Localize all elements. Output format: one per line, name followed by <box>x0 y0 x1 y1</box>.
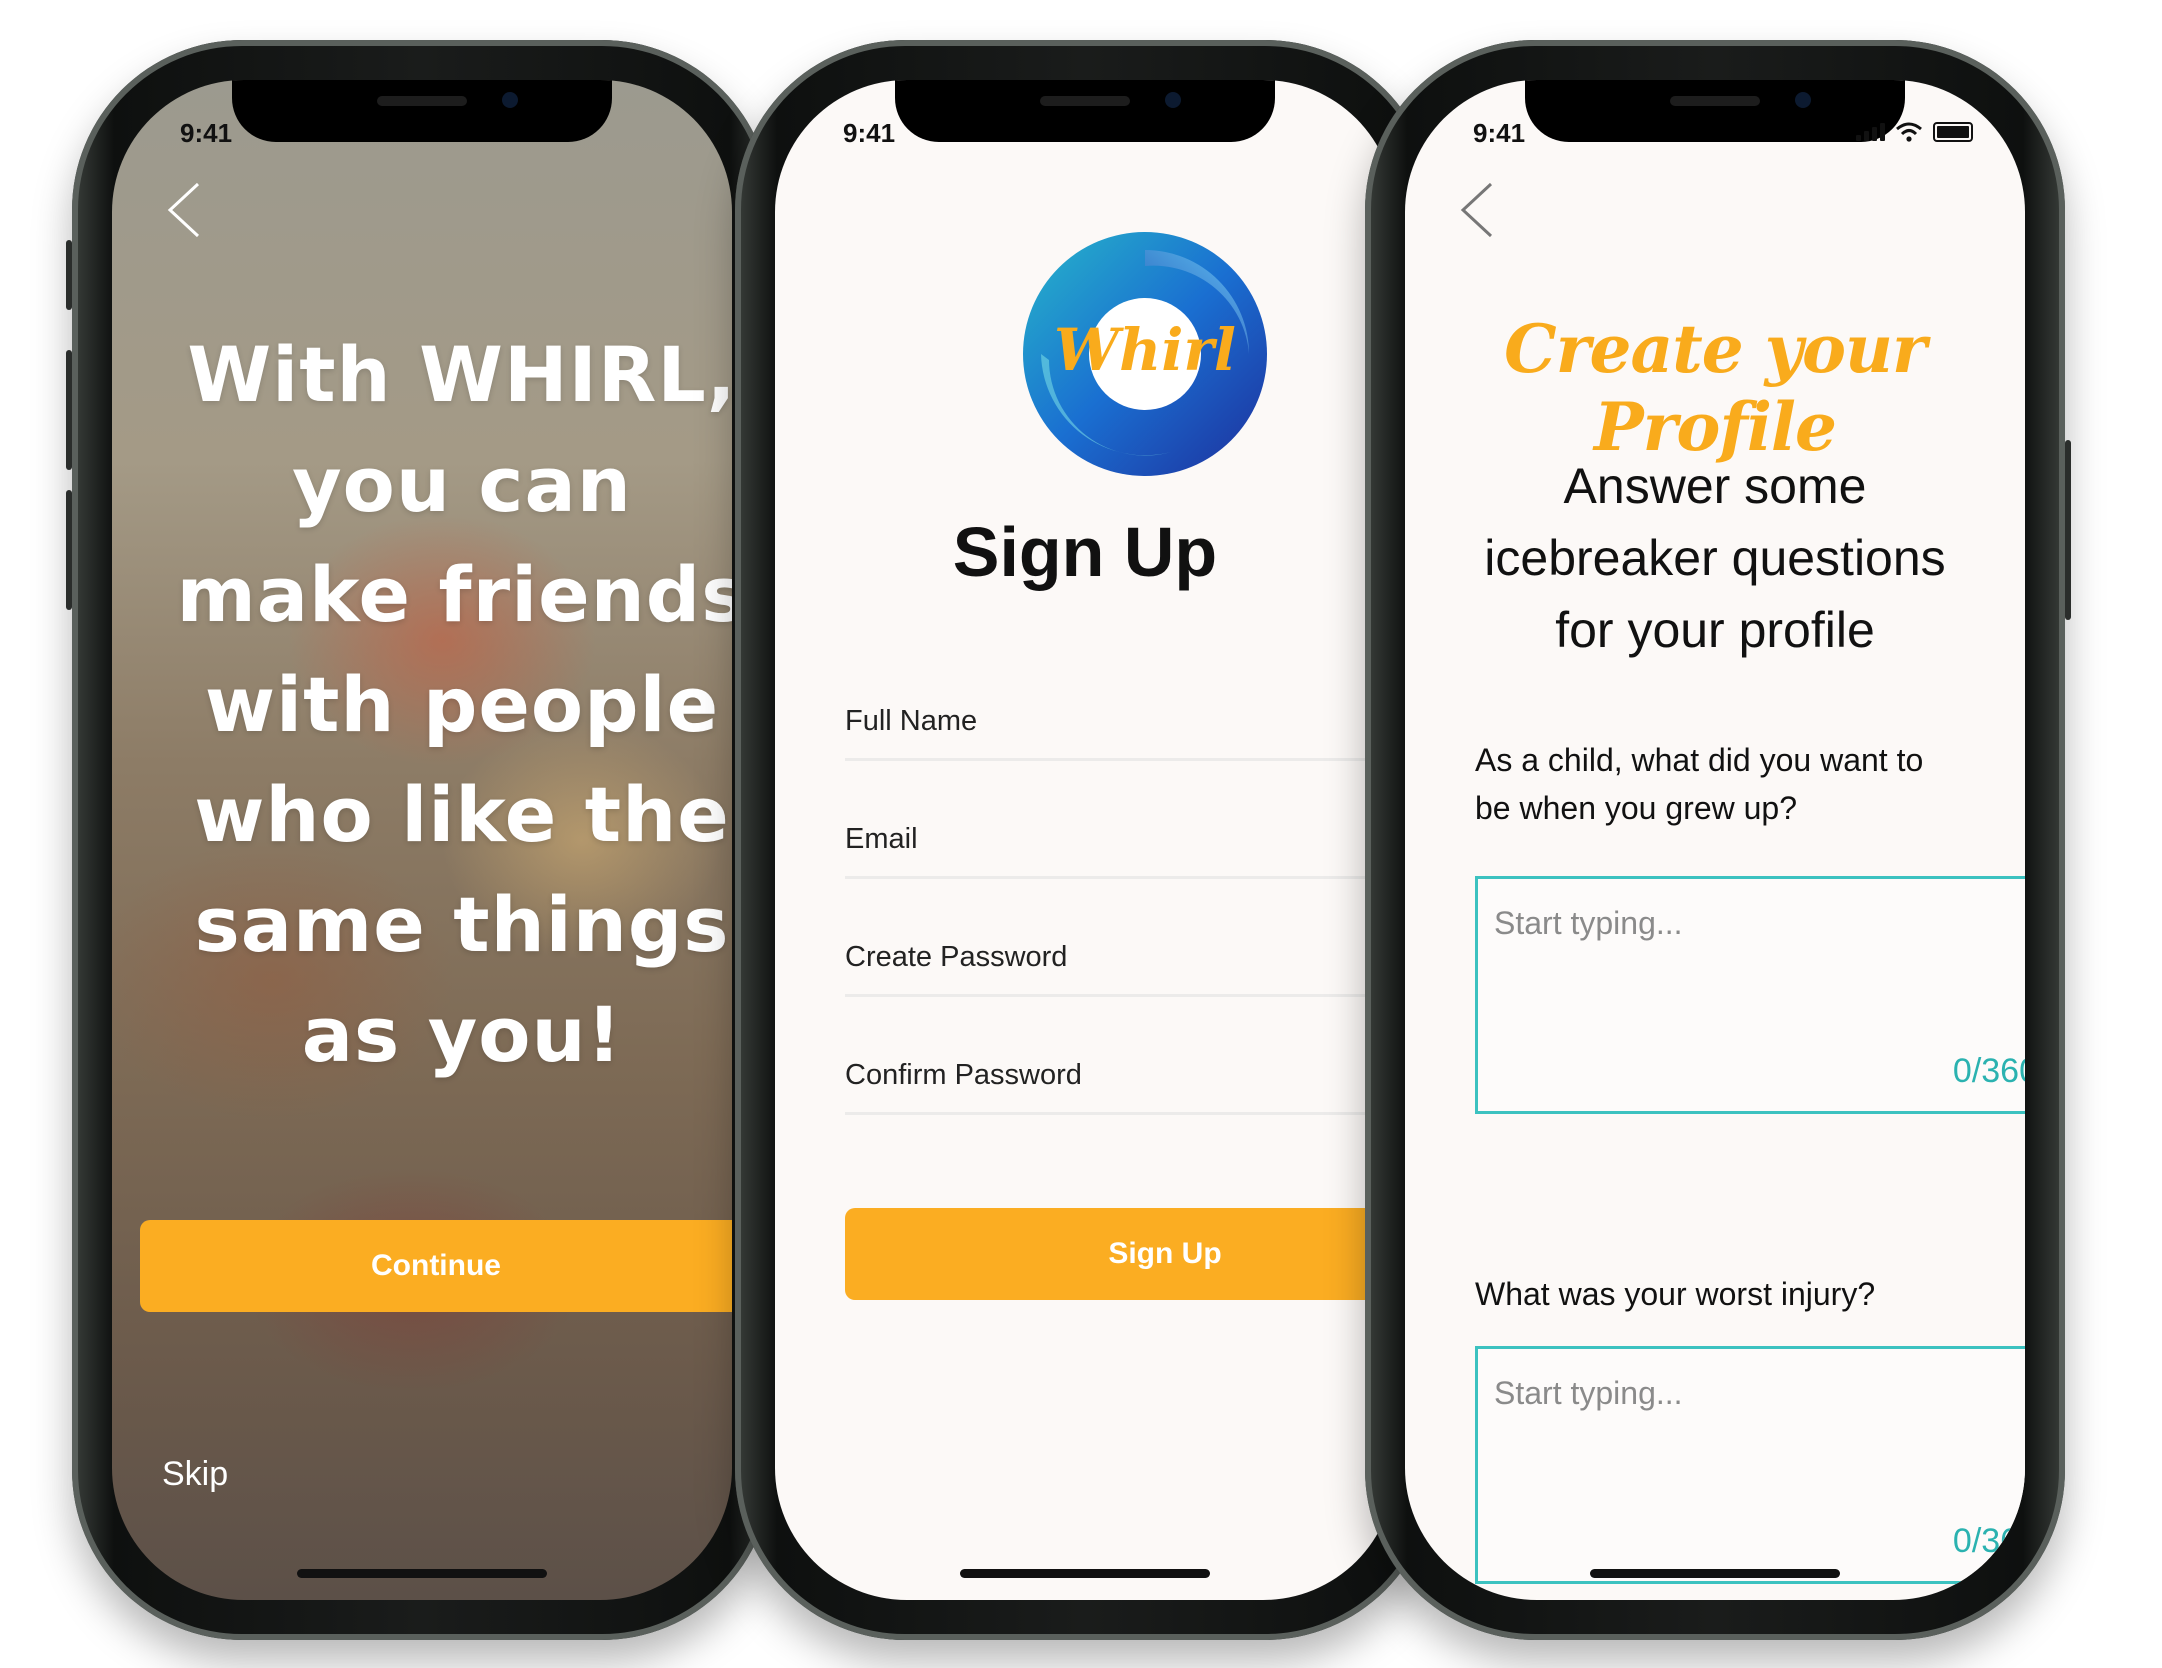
page-subtitle: Answer some icebreaker questions for you… <box>1484 458 1946 658</box>
answer-1-textarea[interactable]: Start typing... 0/360 <box>1475 876 2025 1114</box>
signal-icon <box>1856 123 1885 141</box>
phone-mockup-signup: 9:41 Whirl Sign Up Full Name Email Creat… <box>735 40 1435 1640</box>
status-time: 9:41 <box>1473 118 1526 148</box>
confirm-password-field[interactable]: Confirm Password <box>845 994 1395 1115</box>
answer-2-textarea[interactable]: Start typing... 0/360 <box>1475 1346 2025 1584</box>
question-1: As a child, what did you want to be when… <box>1475 742 1924 826</box>
signup-button[interactable]: Sign Up <box>845 1208 1395 1300</box>
silent-switch <box>66 240 72 310</box>
home-indicator <box>1590 1569 1840 1578</box>
battery-icon <box>1933 122 1973 142</box>
volume-down-button <box>66 490 72 610</box>
logo-wordmark: Whirl <box>1054 316 1236 384</box>
home-indicator <box>297 1569 547 1578</box>
answer-placeholder: Start typing... <box>1494 1375 1683 1411</box>
field-label: Full Name <box>845 705 978 737</box>
create-profile-screen: 9:41 Create your Profile Answer some ice… <box>1405 80 2025 1600</box>
status-time: 9:41 <box>180 118 233 148</box>
back-arrow-icon[interactable] <box>1457 180 1497 240</box>
page-title: Sign Up <box>952 513 1218 591</box>
status-time: 9:41 <box>843 118 896 148</box>
home-indicator <box>960 1569 1210 1578</box>
full-name-field[interactable]: Full Name <box>845 640 1395 761</box>
char-counter: 0/360 <box>1952 1522 2025 1560</box>
back-arrow-icon[interactable] <box>164 180 204 240</box>
answer-placeholder: Start typing... <box>1494 905 1683 941</box>
notch <box>232 80 612 142</box>
field-label: Create Password <box>845 941 1068 973</box>
field-label: Confirm Password <box>845 1059 1082 1091</box>
continue-button[interactable]: Continue <box>140 1220 732 1312</box>
phone-mockup-onboarding: 9:41 With WHIRL, you can make friends wi… <box>66 40 772 1640</box>
power-button <box>2065 440 2071 620</box>
notch <box>895 80 1275 142</box>
phone-mockup-profile: 9:41 Create your Profile Answer some ice… <box>1365 40 2071 1640</box>
wifi-icon <box>1896 122 1922 142</box>
onboarding-headline: With WHIRL, you can make friends with pe… <box>176 330 732 1079</box>
email-field[interactable]: Email <box>845 758 1395 879</box>
whirl-logo: Whirl <box>1023 232 1267 476</box>
char-counter: 0/360 <box>1952 1052 2025 1090</box>
onboarding-screen: 9:41 With WHIRL, you can make friends wi… <box>112 80 732 1600</box>
volume-up-button <box>66 350 72 470</box>
skip-link[interactable]: Skip <box>162 1455 228 1494</box>
signup-screen: 9:41 Whirl Sign Up Full Name Email Creat… <box>775 80 1395 1600</box>
page-title: Create your Profile <box>1504 310 1927 466</box>
create-password-field[interactable]: Create Password <box>845 876 1395 997</box>
status-icons <box>1856 122 1973 142</box>
notch <box>1525 80 1905 142</box>
field-label: Email <box>845 823 918 855</box>
question-2: What was your worst injury? <box>1475 1276 1876 1312</box>
